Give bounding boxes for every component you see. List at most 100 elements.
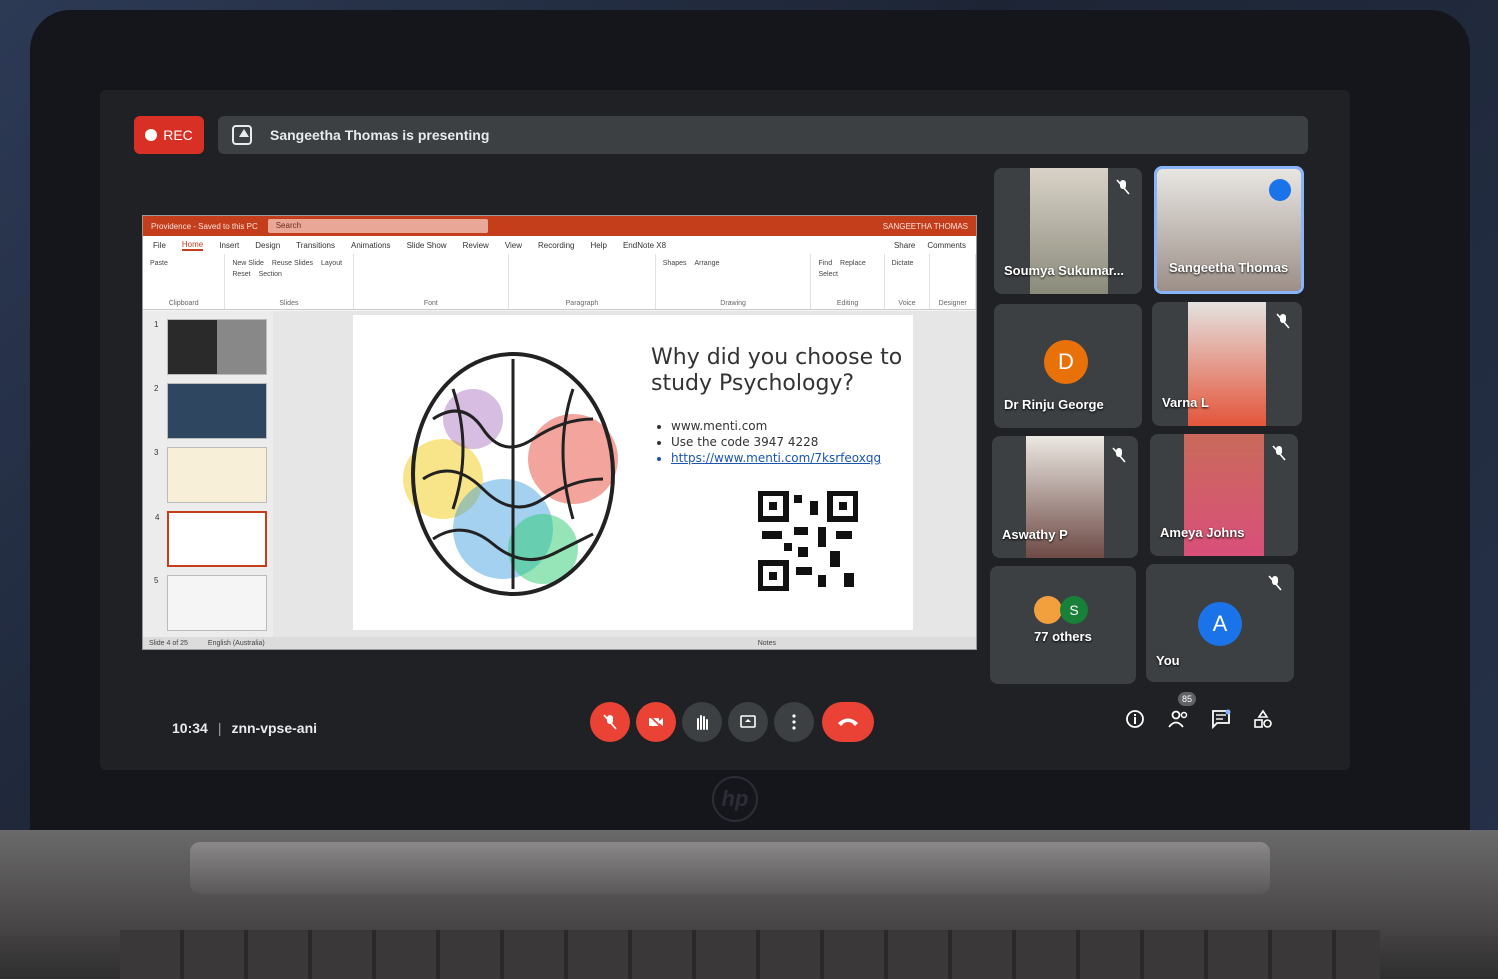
- ribbon-group-label: Clipboard: [168, 300, 199, 307]
- others-tile[interactable]: S 77 others: [990, 566, 1136, 684]
- ribbon-group-designer: Designer: [930, 254, 976, 309]
- participant-name: Ameya Johns: [1160, 525, 1245, 540]
- participant-tile[interactable]: Ameya Johns: [1150, 434, 1298, 556]
- thumb-number: 1: [154, 320, 159, 329]
- ppt-menu-help[interactable]: Help: [591, 241, 607, 250]
- ppt-menu-recording[interactable]: Recording: [538, 241, 574, 250]
- layout-button[interactable]: Layout: [321, 260, 342, 267]
- shapes-button[interactable]: Shapes: [663, 260, 687, 267]
- separator: |: [217, 720, 222, 736]
- ribbon-group-label: Editing: [836, 300, 859, 307]
- ribbon-group-label: Designer: [938, 300, 967, 307]
- slide-title: Why did you choose to study Psychology?: [651, 345, 903, 396]
- dictate-button[interactable]: Dictate: [892, 260, 914, 267]
- participant-name: You: [1156, 653, 1180, 668]
- raise-hand-button[interactable]: [682, 702, 722, 742]
- thumb-number: 2: [154, 384, 159, 393]
- participant-name: Sangeetha Thomas: [1169, 260, 1289, 275]
- activities-icon: [1254, 709, 1272, 728]
- participant-name: Soumya Sukumar...: [1004, 263, 1124, 278]
- ribbon-group-slides: New Slide Reuse Slides Layout Reset Sect…: [225, 254, 354, 309]
- ppt-menu-insert[interactable]: Insert: [219, 241, 239, 250]
- present-now-button[interactable]: [728, 702, 768, 742]
- ppt-share-button[interactable]: Share: [894, 241, 915, 250]
- ribbon-group-drawing: Shapes Arrange Drawing: [656, 254, 812, 309]
- present-screen-icon: [232, 125, 252, 145]
- ppt-titlebar: Providence - Saved to this PC Search SAN…: [143, 216, 976, 236]
- ppt-menu-home[interactable]: Home: [181, 240, 204, 251]
- menti-link[interactable]: https://www.menti.com/7ksrfeoxqg: [671, 451, 881, 465]
- leave-call-button[interactable]: [822, 702, 874, 742]
- slide-thumbnail[interactable]: 5: [154, 575, 267, 631]
- ppt-menu-design[interactable]: Design: [255, 241, 280, 250]
- ppt-workspace: 1 2 3 4 5 Why did you choose to study Ps…: [143, 311, 976, 637]
- mic-off-icon: [1272, 445, 1286, 461]
- slide-thumbnail-selected[interactable]: 4: [155, 511, 267, 567]
- more-vert-icon: [792, 714, 796, 730]
- paste-button[interactable]: Paste: [150, 260, 168, 267]
- avatar: S: [1060, 596, 1088, 624]
- shared-screen-powerpoint: Providence - Saved to this PC Search SAN…: [142, 215, 977, 650]
- notes-button[interactable]: Notes: [758, 640, 976, 647]
- laptop-keyboard: [120, 930, 1380, 979]
- participant-tile[interactable]: Varna L: [1152, 302, 1302, 426]
- select-button[interactable]: Select: [818, 271, 837, 278]
- mic-off-icon: [603, 714, 617, 730]
- reset-button[interactable]: Reset: [232, 271, 250, 278]
- participant-tile[interactable]: Soumya Sukumar...: [994, 168, 1142, 294]
- people-count-badge: 85: [1178, 692, 1196, 706]
- replace-button[interactable]: Replace: [840, 260, 866, 267]
- camera-toggle-button[interactable]: [636, 702, 676, 742]
- reuse-slides-button[interactable]: Reuse Slides: [272, 260, 313, 267]
- mic-off-icon: [1112, 447, 1126, 463]
- ppt-menu-transitions[interactable]: Transitions: [296, 241, 335, 250]
- arrange-button[interactable]: Arrange: [694, 260, 719, 267]
- qr-code-icon: [758, 491, 858, 591]
- speaking-indicator-icon: [1269, 179, 1291, 201]
- participant-name: Varna L: [1162, 395, 1209, 410]
- ppt-menu-review[interactable]: Review: [463, 241, 489, 250]
- participant-tile[interactable]: Aswathy P: [992, 436, 1138, 558]
- slide-thumbnail[interactable]: 2: [154, 383, 267, 439]
- slide-thumbnail[interactable]: 1: [154, 319, 267, 375]
- presenting-banner: Sangeetha Thomas is presenting: [218, 116, 1308, 154]
- hp-logo: hp: [712, 776, 758, 822]
- ppt-menu-slideshow[interactable]: Slide Show: [407, 241, 447, 250]
- chat-icon: [1212, 709, 1231, 729]
- slide-thumbnail[interactable]: 3: [154, 447, 267, 503]
- participant-name: Dr Rinju George: [1004, 397, 1104, 412]
- participant-tile-speaking[interactable]: Sangeetha Thomas: [1154, 166, 1304, 294]
- mic-off-icon: [1276, 313, 1290, 329]
- meeting-time: 10:34: [172, 720, 208, 736]
- ppt-comments-button[interactable]: Comments: [927, 241, 966, 250]
- ppt-search-box[interactable]: Search: [267, 219, 488, 233]
- ribbon-group-clipboard: Paste Clipboard: [143, 254, 226, 309]
- activities-button[interactable]: [1250, 706, 1276, 732]
- more-options-button[interactable]: [774, 702, 814, 742]
- new-slide-button[interactable]: New Slide: [232, 260, 264, 267]
- find-button[interactable]: Find: [818, 260, 832, 267]
- ppt-menu-file[interactable]: File: [153, 241, 166, 250]
- ppt-menu-animations[interactable]: Animations: [351, 241, 391, 250]
- chat-button[interactable]: [1208, 706, 1234, 732]
- present-screen-icon: [740, 715, 756, 728]
- ribbon-group-editing: Find Replace Select Editing: [811, 254, 885, 309]
- people-button[interactable]: [1166, 706, 1192, 732]
- ribbon-group-label: Paragraph: [565, 300, 599, 307]
- ribbon-group-voice: Dictate Voice: [885, 254, 931, 309]
- people-icon: [1168, 710, 1188, 728]
- self-tile[interactable]: A You: [1146, 564, 1294, 682]
- participant-tile[interactable]: D Dr Rinju George: [994, 304, 1142, 428]
- section-button[interactable]: Section: [259, 271, 282, 278]
- presenting-text: Sangeetha Thomas is presenting: [270, 127, 490, 143]
- meeting-code: znn-vpse-ani: [231, 720, 318, 736]
- mic-toggle-button[interactable]: [590, 702, 630, 742]
- slide-bullets: www.menti.com Use the code 3947 4228 htt…: [671, 419, 881, 467]
- meet-screen: REC Sangeetha Thomas is presenting Provi…: [100, 90, 1350, 770]
- ppt-menu-endnote[interactable]: EndNote X8: [623, 241, 666, 250]
- bullet-item: www.menti.com: [671, 419, 881, 433]
- ppt-menu-view[interactable]: View: [505, 241, 522, 250]
- language-indicator: English (Australia): [207, 639, 265, 647]
- meeting-details-button[interactable]: [1122, 706, 1148, 732]
- thumb-number: 3: [154, 448, 159, 457]
